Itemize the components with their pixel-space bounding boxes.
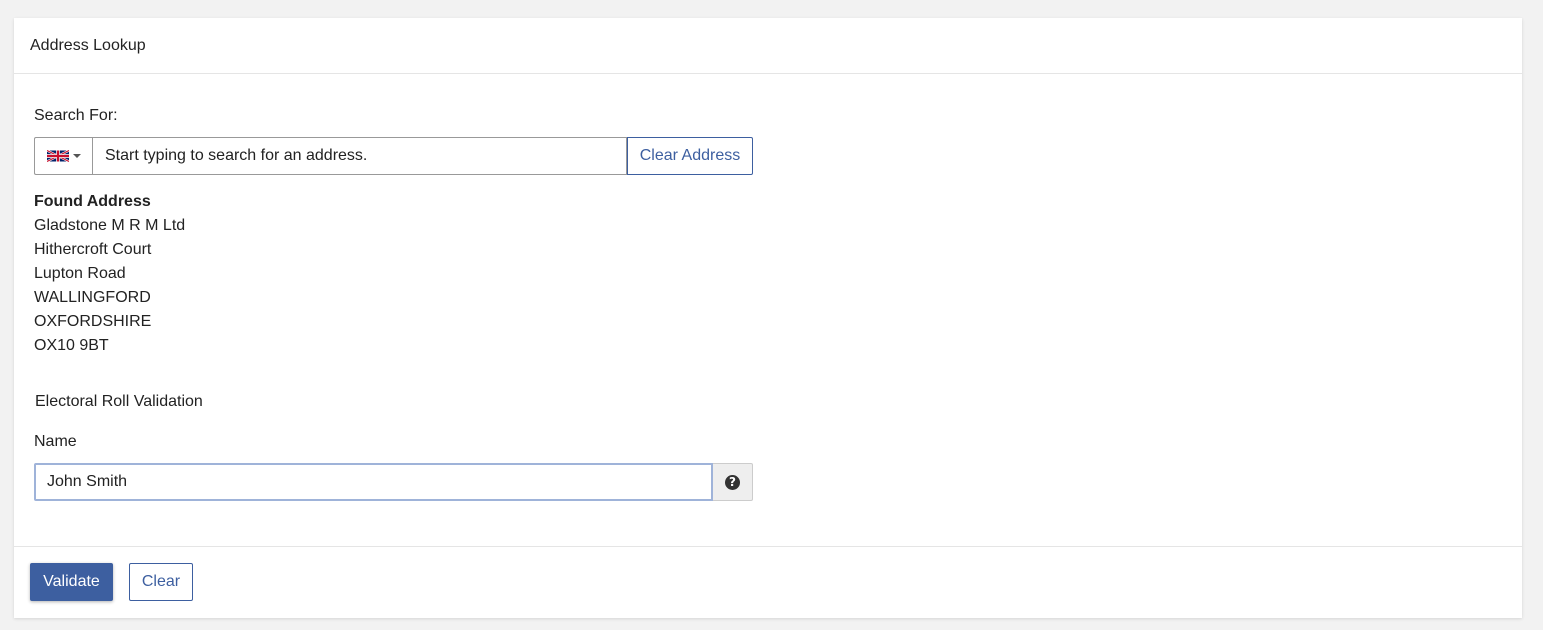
address-lookup-panel: Address Lookup Search For: Clear Address… (14, 18, 1522, 618)
address-line: Lupton Road (34, 265, 126, 282)
name-input[interactable] (34, 463, 713, 501)
name-label: Name (34, 433, 77, 450)
address-line: OX10 9BT (34, 337, 109, 354)
country-select-button[interactable] (34, 137, 92, 175)
panel-title: Address Lookup (30, 36, 146, 54)
clear-address-button[interactable]: Clear Address (627, 137, 753, 175)
found-address-block: Found Address Gladstone M R M Ltd Hither… (34, 190, 185, 358)
address-line: OXFORDSHIRE (34, 313, 152, 330)
address-search-input[interactable] (92, 137, 627, 175)
panel-header: Address Lookup (14, 18, 1522, 74)
address-line: Gladstone M R M Ltd (34, 217, 186, 234)
chevron-down-icon (72, 154, 81, 158)
panel-body: Search For: Clear Address Found Address … (14, 74, 1522, 547)
address-line: Hithercroft Court (34, 241, 152, 258)
address-line: WALLINGFORD (34, 289, 151, 306)
search-for-label: Search For: (34, 107, 118, 124)
help-button[interactable]: ? (713, 463, 753, 501)
uk-flag-icon (46, 149, 69, 163)
electoral-roll-section-label: Electoral Roll Validation (35, 393, 203, 410)
panel-footer: Validate Clear (14, 547, 1522, 618)
address-search-group: Clear Address (34, 137, 753, 175)
clear-button[interactable]: Clear (129, 563, 193, 601)
validate-button[interactable]: Validate (30, 563, 113, 601)
found-address-title: Found Address (34, 193, 151, 210)
question-circle-icon: ? (725, 474, 740, 490)
name-input-group: ? (34, 463, 753, 501)
